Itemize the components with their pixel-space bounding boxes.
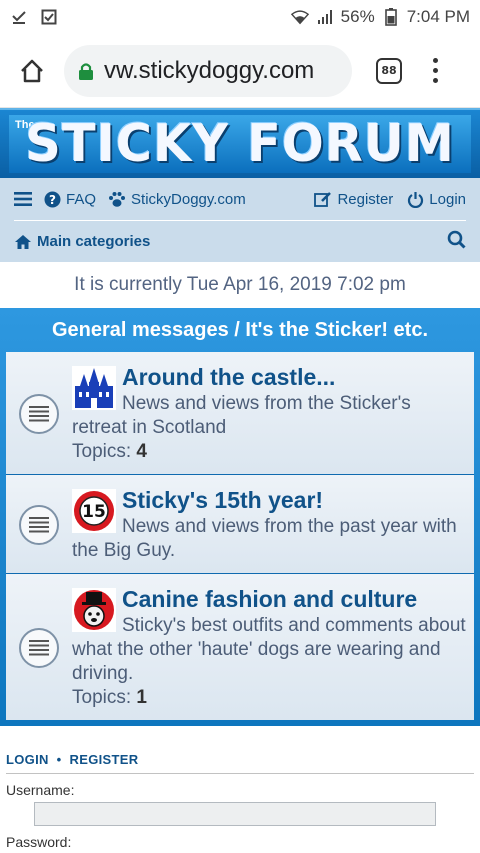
castle-icon [72,366,116,410]
forum-read-icon [18,487,60,563]
clock-time: 7:04 PM [406,7,470,26]
url-text: vw.stickydoggy.com [104,56,315,84]
forum-description: Sticky's best outfits and comments about… [72,615,466,684]
forum-title-link[interactable]: Canine fashion and culture [122,586,417,612]
signal-icon [316,8,334,26]
paw-icon [109,191,126,207]
search-icon[interactable] [447,230,466,253]
home-button[interactable] [10,49,54,93]
stickydoggy-link[interactable]: StickyDoggy.com [108,191,246,208]
home-icon [21,59,43,82]
home-icon [15,234,31,249]
forum-title-link[interactable]: Sticky's 15th year! [122,487,323,513]
login-header-link[interactable]: LOGIN [6,752,49,767]
nav-row-top: ? FAQ StickyDoggy.com Register Login [14,178,466,220]
login-label: Login [429,190,466,208]
nav-row-breadcrumb: Main categories [14,220,466,262]
main-categories-link[interactable]: Main categories [14,233,150,250]
question-circle-icon: ? [44,191,61,207]
register-link[interactable]: Register [314,191,393,208]
forum-logo[interactable]: The STICKY FORUM [9,114,471,174]
logo-title: STICKY FORUM [25,114,455,174]
badge-number: 15 [82,502,106,522]
main-categories-label: Main categories [37,233,151,250]
address-bar[interactable]: vw.stickydoggy.com [64,44,352,97]
checkbox-icon [40,8,58,26]
forum-list: Around the castle... News and views from… [6,352,474,720]
svg-text:?: ? [49,193,56,207]
dog-hat-icon [72,588,116,632]
forum-description: News and views from the Sticker's retrea… [72,393,411,438]
topics-count: Topics: 4 [72,441,147,462]
lock-icon [79,62,93,80]
wifi-icon [290,8,309,26]
forum-row[interactable]: Around the castle... News and views from… [6,352,474,474]
password-label: Password: [6,834,72,850]
download-done-icon [10,8,28,26]
username-field[interactable] [34,802,436,826]
browser-toolbar: vw.stickydoggy.com 88 [0,34,480,108]
hamburger-menu-icon[interactable] [14,191,32,207]
register-label: Register [337,190,394,208]
navbar: ? FAQ StickyDoggy.com Register Login Mai… [0,178,480,262]
battery-percent: 56% [340,7,375,26]
tab-switcher-button[interactable]: 88 [376,57,402,84]
edit-icon [314,191,332,207]
forum-title-link[interactable]: Around the castle... [122,364,335,390]
forum-header: The STICKY FORUM [0,108,480,178]
forum-read-icon [18,586,60,710]
forum-read-icon [18,364,60,464]
faq-label: FAQ [66,190,97,208]
category-block: General messages / It's the Sticker! etc… [0,308,480,726]
status-bar: 56% 7:04 PM [0,0,480,34]
battery-icon [382,8,400,26]
power-icon [408,191,424,208]
category-title[interactable]: General messages / It's the Sticker! etc… [6,308,474,352]
current-time-text: It is currently Tue Apr 16, 2019 7:02 pm [0,262,480,308]
forum-row[interactable]: Canine fashion and culture Sticky's best… [6,573,474,720]
site-link-label: StickyDoggy.com [131,190,246,208]
fifteen-badge-icon: 15 [72,489,116,533]
topics-count: Topics: 1 [72,687,147,708]
login-box: LOGIN • REGISTER Username: Password: [0,726,480,853]
register-header-link[interactable]: REGISTER [70,752,139,767]
forum-row[interactable]: 15 Sticky's 15th year! News and views fr… [6,474,474,573]
username-label: Username: [6,782,75,798]
login-link[interactable]: Login [407,191,466,208]
faq-link[interactable]: ? FAQ [44,191,96,208]
overflow-menu-icon[interactable] [430,58,440,83]
login-header: LOGIN • REGISTER [6,752,474,774]
separator-dot: • [56,752,62,767]
forum-description: News and views from the past year with t… [72,516,457,561]
